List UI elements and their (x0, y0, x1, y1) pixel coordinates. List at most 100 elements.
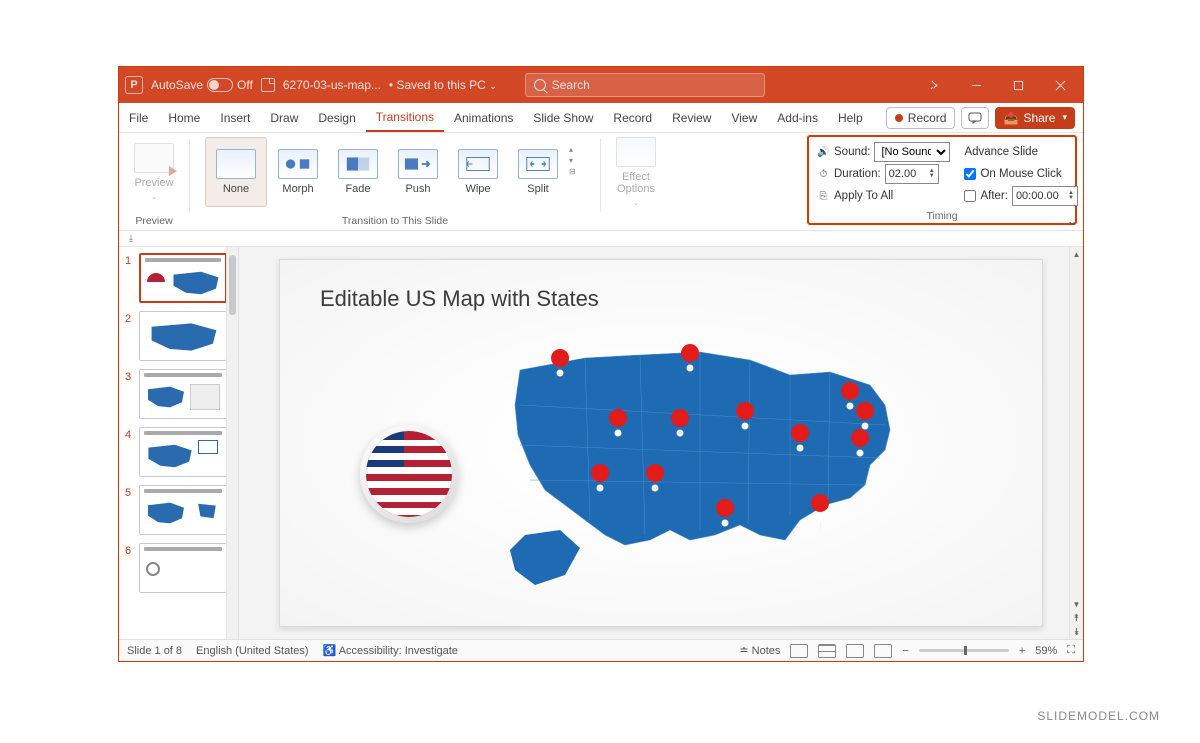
language-status[interactable]: English (United States) (196, 645, 309, 657)
thumbnail-5[interactable]: 5 (125, 485, 236, 535)
transition-morph[interactable]: Morph (269, 137, 327, 207)
toggle-icon (207, 78, 233, 92)
transition-fade[interactable]: Fade (329, 137, 387, 207)
prev-slide-icon[interactable]: ⯭ (1070, 611, 1083, 625)
after-time-input[interactable]: 00:00.00▲▼ (1012, 186, 1078, 206)
tab-help[interactable]: Help (828, 103, 873, 132)
tab-design[interactable]: Design (308, 103, 365, 132)
reading-view-button[interactable] (846, 644, 864, 658)
record-button[interactable]: Record (886, 107, 956, 129)
next-slide-icon[interactable]: ⯯ (1070, 625, 1083, 639)
notes-button[interactable]: ≐ Notes (739, 644, 780, 657)
slide-editor: Editable US Map with States (239, 247, 1083, 639)
zoom-slider[interactable] (919, 649, 1009, 652)
us-map-shape[interactable] (490, 330, 920, 600)
tab-view[interactable]: View (721, 103, 767, 132)
morph-icon (278, 149, 318, 179)
preview-icon (134, 143, 174, 173)
duration-label: Duration: (834, 168, 881, 180)
tab-transitions[interactable]: Transitions (366, 103, 444, 132)
tab-draw[interactable]: Draw (260, 103, 308, 132)
group-label-preview: Preview (119, 215, 189, 227)
collapse-ribbon-button[interactable]: ⌄ (1067, 214, 1077, 228)
mic-icon[interactable] (917, 71, 951, 99)
comments-button[interactable] (961, 107, 989, 129)
document-name[interactable]: 6270-03-us-map... (283, 78, 381, 92)
thumbnail-1[interactable]: 1 (125, 253, 236, 303)
thumbnail-4[interactable]: 4 (125, 427, 236, 477)
preview-button[interactable]: Preview ⌄ (123, 137, 185, 207)
duration-icon: ⏱ (817, 168, 830, 181)
on-mouse-click-label: On Mouse Click (980, 168, 1061, 180)
transition-wipe[interactable]: Wipe (449, 137, 507, 207)
tab-insert[interactable]: Insert (210, 103, 260, 132)
fit-to-window-button[interactable]: ⛶ (1067, 644, 1075, 657)
close-button[interactable] (1043, 71, 1077, 99)
tab-record[interactable]: Record (603, 103, 662, 132)
editor-scrollbar[interactable]: ▲ ▼ ⯭ ⯯ (1069, 247, 1083, 639)
effect-options-button[interactable]: Effect Options ⌄ (605, 137, 667, 207)
tab-review[interactable]: Review (662, 103, 721, 132)
slideshow-view-button[interactable] (874, 644, 892, 658)
push-icon (398, 149, 438, 179)
minimize-button[interactable] (959, 71, 993, 99)
transition-none[interactable]: None (205, 137, 267, 207)
slide-counter[interactable]: Slide 1 of 8 (127, 645, 182, 657)
qat-dropdown[interactable]: ⤓ (129, 233, 133, 244)
maximize-button[interactable] (1001, 71, 1035, 99)
slide-thumbnails-panel: 1 2 3 4 5 6 (119, 247, 239, 639)
on-mouse-click-checkbox[interactable] (964, 168, 976, 180)
sound-select[interactable]: [No Sound] (874, 142, 950, 162)
powerpoint-window: P AutoSave Off 6270-03-us-map... • Saved… (118, 66, 1084, 662)
duration-input[interactable]: 02.00▲▼ (885, 164, 939, 184)
group-timing: 🔊 Sound: [No Sound] ⏱ Duration: 02.00▲▼ … (807, 135, 1077, 225)
normal-view-button[interactable] (790, 644, 808, 658)
status-bar: Slide 1 of 8 English (United States) ♿ A… (119, 639, 1083, 661)
autosave-toggle[interactable]: AutoSave Off (151, 78, 253, 92)
wipe-icon (458, 149, 498, 179)
tab-slideshow[interactable]: Slide Show (523, 103, 603, 132)
group-effect-options: Effect Options ⌄ (601, 133, 671, 230)
us-flag-badge[interactable] (360, 425, 458, 523)
apply-to-all-button[interactable]: ⎘ Apply To All (817, 185, 950, 207)
tab-file[interactable]: File (119, 103, 158, 132)
thumbnails-scrollbar[interactable] (226, 247, 238, 639)
save-icon[interactable] (261, 78, 275, 92)
group-label-transitions: Transition to This Slide (190, 215, 600, 227)
transitions-gallery-more[interactable]: ▴▾⊟ (569, 137, 585, 176)
zoom-level[interactable]: 59% (1035, 645, 1057, 657)
after-checkbox[interactable] (964, 190, 976, 202)
tab-animations[interactable]: Animations (444, 103, 523, 132)
search-box[interactable]: Search (525, 73, 765, 97)
group-label-timing: Timing (809, 210, 1075, 222)
zoom-out-button[interactable]: − (902, 645, 908, 657)
none-icon (216, 149, 256, 179)
accessibility-status[interactable]: ♿ Accessibility: Investigate (323, 644, 458, 657)
ribbon: Preview ⌄ Preview None Morph Fade Push W… (119, 133, 1083, 231)
thumbnail-6[interactable]: 6 (125, 543, 236, 593)
fade-icon (338, 149, 378, 179)
after-label: After: (980, 190, 1007, 202)
share-button[interactable]: 📤 Share▾ (995, 107, 1075, 129)
slide-title[interactable]: Editable US Map with States (320, 286, 599, 312)
save-status[interactable]: • Saved to this PC ⌄ (389, 78, 497, 92)
transition-push[interactable]: Push (389, 137, 447, 207)
scroll-down-icon[interactable]: ▼ (1070, 597, 1083, 611)
quick-access-row: ⤓ (119, 231, 1083, 247)
group-transitions: None Morph Fade Push Wipe Split ▴▾⊟ Tran… (190, 133, 600, 230)
search-icon (534, 79, 546, 91)
tab-addins[interactable]: Add-ins (767, 103, 828, 132)
app-logo-icon: P (125, 76, 143, 94)
apply-all-icon: ⎘ (817, 190, 830, 203)
thumbnail-2[interactable]: 2 (125, 311, 236, 361)
zoom-in-button[interactable]: + (1019, 645, 1025, 657)
tab-home[interactable]: Home (158, 103, 210, 132)
transition-split[interactable]: Split (509, 137, 567, 207)
sorter-view-button[interactable] (818, 644, 836, 658)
scroll-up-icon[interactable]: ▲ (1070, 247, 1083, 261)
thumbnail-3[interactable]: 3 (125, 369, 236, 419)
slide-canvas[interactable]: Editable US Map with States (279, 259, 1043, 627)
autosave-state: Off (237, 78, 253, 92)
advance-slide-label: Advance Slide (964, 141, 1077, 163)
group-preview: Preview ⌄ Preview (119, 133, 189, 230)
